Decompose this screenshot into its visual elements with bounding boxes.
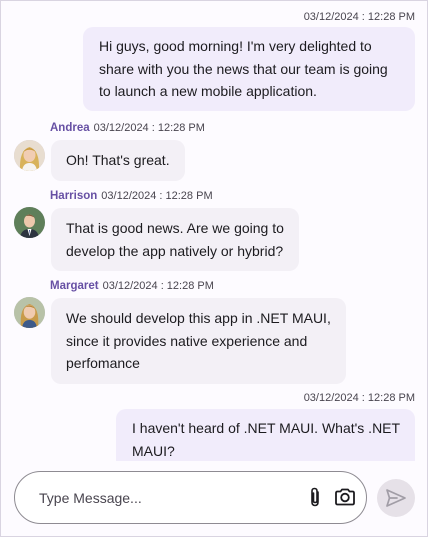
send-icon [386,489,406,507]
message-input[interactable] [39,486,289,510]
avatar-margaret-image [14,297,45,328]
camera-icon[interactable] [333,485,357,509]
message-timestamp: 03/12/2024 : 12:28 PM [101,190,213,202]
message-header: Harrison 03/12/2024 : 12:28 PM [50,189,213,203]
outgoing-message-bubble[interactable]: I haven't heard of .NET MAUI. What's .NE… [116,409,415,461]
chat-window: 03/12/2024 : 12:28 PM Hi guys, good morn… [0,0,428,537]
message-timestamp: 03/12/2024 : 12:28 PM [93,122,205,134]
message-text-line: That is good news. Are we going to [66,220,284,236]
message-text-line: develop the app natively or hybrid? [66,242,284,259]
author-name: Harrison [50,190,98,202]
outgoing-message-bubble[interactable]: Hi guys, good morning! I'm very delighte… [83,27,415,111]
message-timestamp: 03/12/2024 : 12:28 PM [303,11,415,23]
message-text-line: I haven't heard of .NET MAUI. What's .NE… [132,420,401,436]
paperclip-icon[interactable] [303,485,327,509]
avatar-margaret[interactable] [14,297,45,328]
message-header: Margaret 03/12/2024 : 12:28 PM [50,279,214,293]
message-text-line: since it provides native experience and [66,332,308,349]
message-text-line: Oh! That's great. [66,152,170,168]
message-header: Andrea 03/12/2024 : 12:28 PM [50,121,205,135]
author-name: Andrea [50,122,90,134]
message-text-line: Hi guys, good morning! I'm very delighte… [99,38,372,54]
avatar-harrison[interactable] [14,207,45,238]
message-input-box[interactable] [14,471,367,524]
message-list[interactable]: 03/12/2024 : 12:28 PM Hi guys, good morn… [1,1,427,461]
incoming-message-bubble[interactable]: We should develop this app in .NET MAUI,… [51,298,346,384]
incoming-message-bubble[interactable]: Oh! That's great. [51,140,185,181]
message-timestamp: 03/12/2024 : 12:28 PM [102,280,214,292]
avatar-harrison-image [14,207,45,238]
message-text-line: to launch a new mobile application. [99,83,317,99]
message-text-line: perfomance [66,355,140,371]
message-text-line: MAUI? [132,442,175,459]
message-text-line: share with you the news that our team is… [99,60,388,77]
author-name: Margaret [50,280,99,292]
incoming-message-bubble[interactable]: That is good news. Are we going to devel… [51,208,299,271]
avatar-andrea-image [14,140,45,171]
message-text-line: We should develop this app in .NET MAUI, [66,310,331,326]
message-composer [1,461,427,536]
send-button[interactable] [377,479,415,517]
message-timestamp: 03/12/2024 : 12:28 PM [303,392,415,404]
avatar-andrea[interactable] [14,140,45,171]
